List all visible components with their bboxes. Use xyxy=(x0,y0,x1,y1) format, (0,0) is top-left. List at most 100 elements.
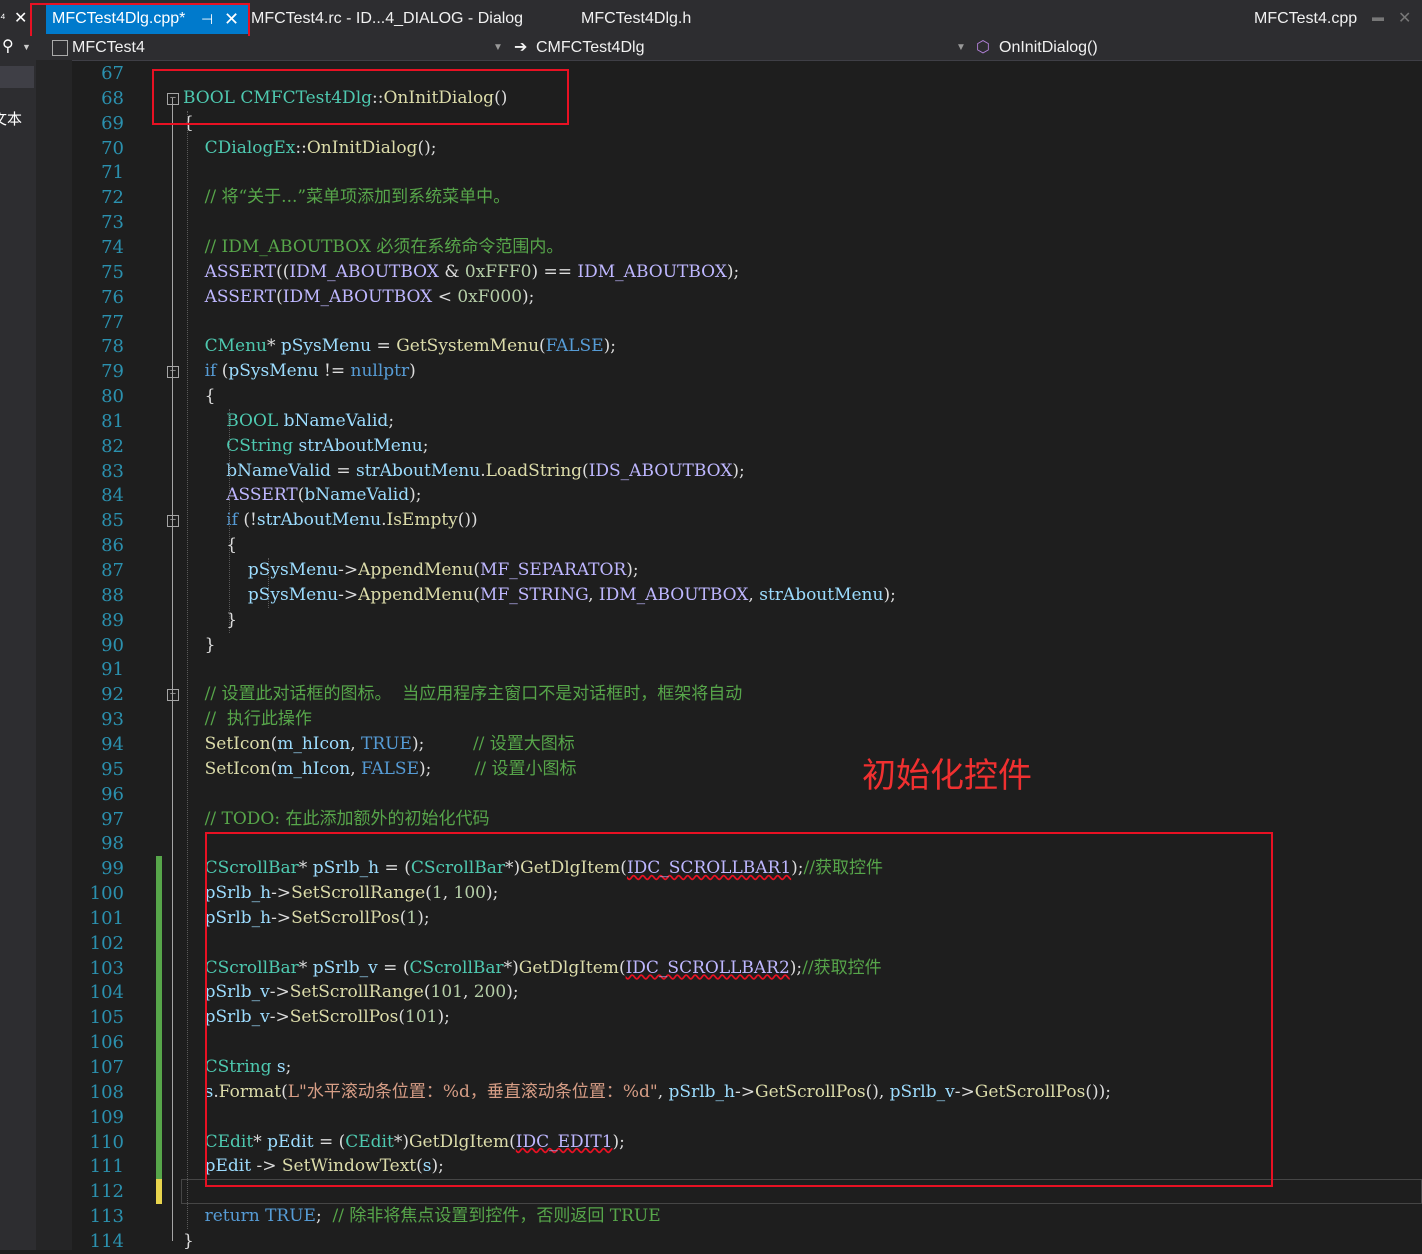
code-line[interactable]: ASSERT((IDM_ABOUTBOX & 0xFFF0) == IDM_AB… xyxy=(183,260,740,285)
code-line[interactable]: pSysMenu->AppendMenu(MF_STRING, IDM_ABOU… xyxy=(183,583,896,608)
fold-toggle-icon[interactable]: − xyxy=(167,689,179,702)
line-number: 111 xyxy=(89,1156,124,1178)
indent-guide xyxy=(229,408,230,633)
code-line[interactable]: if (!strAboutMenu.IsEmpty()) xyxy=(183,508,477,533)
line-number: 114 xyxy=(89,1230,124,1252)
line-number: 85 xyxy=(101,510,124,532)
tab-label: MFCTest4Dlg.h xyxy=(581,10,692,27)
code-line[interactable]: // IDM_ABOUTBOX 必须在系统命令范围内。 xyxy=(183,235,564,260)
code-line[interactable]: return TRUE; // 除非将焦点设置到控件，否则返回 TRUE xyxy=(183,1204,661,1229)
line-number: 82 xyxy=(101,435,124,457)
code-line[interactable]: // 设置此对话框的图标。 当应用程序主窗口不是对话框时，框架将自动 xyxy=(183,682,743,707)
line-number: 79 xyxy=(101,361,124,383)
code-line[interactable]: // 将“关于...”菜单项添加到系统菜单中。 xyxy=(183,185,510,210)
tab-preview-icon[interactable]: ▬ xyxy=(1372,10,1384,24)
line-number: 83 xyxy=(101,460,124,482)
code-line[interactable]: ASSERT(IDM_ABOUTBOX < 0xF000); xyxy=(183,285,535,310)
side-panel-label[interactable]: 文本 xyxy=(0,108,22,129)
line-number: 112 xyxy=(89,1181,124,1203)
line-number: 96 xyxy=(101,783,124,805)
line-number: 105 xyxy=(89,1007,124,1029)
annotation-label: 初始化控件 xyxy=(862,757,1032,795)
method-icon: ⬡ xyxy=(976,39,990,56)
fold-line xyxy=(172,520,173,620)
line-number: 109 xyxy=(89,1106,124,1128)
indent-guide xyxy=(268,558,269,608)
line-number: 90 xyxy=(101,634,124,656)
code-line[interactable]: // 执行此操作 xyxy=(183,707,312,732)
code-line[interactable]: // TODO: 在此添加额外的初始化代码 xyxy=(183,807,490,832)
line-number: 87 xyxy=(101,560,124,581)
line-number: 77 xyxy=(101,311,124,333)
line-number: 72 xyxy=(101,187,124,209)
fold-line xyxy=(172,694,173,720)
code-line[interactable]: SetIcon(m_hIcon, TRUE); // 设置大图标 xyxy=(183,732,575,757)
code-line[interactable]: } xyxy=(183,1229,194,1254)
tab-label: MFCTest4.rc - ID...4_DIALOG - Dialog xyxy=(251,10,524,27)
line-number: 97 xyxy=(101,808,124,830)
line-number: 108 xyxy=(89,1081,124,1103)
code-line[interactable]: bNameValid = strAboutMenu.LoadString(IDS… xyxy=(183,459,745,484)
line-number: 91 xyxy=(101,659,124,681)
code-line[interactable]: ASSERT(bNameValid); xyxy=(183,483,421,508)
code-line[interactable]: if (pSysMenu != nullptr) xyxy=(183,359,416,384)
line-number: 73 xyxy=(101,212,124,234)
arrow-right-icon: ➔ xyxy=(514,39,528,56)
tab-overflow-icon[interactable]: ⁴ xyxy=(0,10,6,25)
change-marker xyxy=(156,856,162,1180)
line-number: 95 xyxy=(101,758,124,780)
line-number: 86 xyxy=(101,535,124,557)
line-number: 74 xyxy=(101,236,124,258)
search-icon[interactable]: ⚲ xyxy=(2,36,14,56)
line-number: 93 xyxy=(101,709,124,731)
navigation-bar: ⚲ ▼ MFCTest4 ▼ ➔ CMFCTest4Dlg ▼ ⬡ OnInit… xyxy=(0,36,1422,61)
tab-mfctest4-rc[interactable]: MFCTest4.rc - ID...4_DIALOG - Dialog xyxy=(251,4,523,34)
code-line[interactable]: BOOL bNameValid; xyxy=(183,409,394,434)
line-number: 71 xyxy=(101,162,124,184)
tab-mfctest4-cpp[interactable]: MFCTest4.cpp xyxy=(1254,4,1357,34)
dropdown-icon[interactable]: ▼ xyxy=(22,42,31,52)
line-number: 99 xyxy=(101,858,124,880)
line-number: 98 xyxy=(101,833,124,855)
close-all-icon[interactable]: ✕ xyxy=(14,8,27,28)
line-number: 106 xyxy=(89,1032,124,1054)
fold-toggle-icon[interactable]: − xyxy=(167,515,179,528)
fold-line xyxy=(172,97,173,1241)
function-highlight-box xyxy=(152,69,569,125)
line-number: 69 xyxy=(101,112,124,134)
line-number: 81 xyxy=(101,410,124,432)
init-code-highlight-box xyxy=(205,832,1273,1187)
project-icon xyxy=(52,40,68,56)
code-line[interactable]: CMenu* pSysMenu = GetSystemMenu(FALSE); xyxy=(183,334,616,359)
line-number: 89 xyxy=(101,609,124,631)
line-number: 92 xyxy=(101,684,124,706)
code-line[interactable]: SetIcon(m_hIcon, FALSE); // 设置小图标 xyxy=(183,757,577,782)
line-number: 104 xyxy=(89,982,124,1004)
code-line[interactable]: pSysMenu->AppendMenu(MF_SEPARATOR); xyxy=(183,558,639,583)
code-line[interactable]: CDialogEx::OnInitDialog(); xyxy=(183,136,437,161)
chevron-down-icon[interactable]: ▼ xyxy=(956,38,966,58)
line-number: 67 xyxy=(101,63,124,84)
line-number: 75 xyxy=(101,261,124,283)
project-dropdown[interactable]: MFCTest4 xyxy=(72,38,145,58)
class-dropdown[interactable]: CMFCTest4Dlg xyxy=(536,38,644,58)
line-number: 88 xyxy=(101,584,124,606)
tab-close-icon[interactable]: ✕ xyxy=(1398,8,1411,28)
tab-mfctest4dlg-h[interactable]: MFCTest4Dlg.h xyxy=(581,4,691,34)
indent-guide xyxy=(187,110,188,1229)
line-number: 110 xyxy=(89,1131,124,1153)
line-number: 113 xyxy=(89,1206,124,1228)
line-number: 103 xyxy=(89,957,124,979)
line-number: 100 xyxy=(89,883,124,905)
code-line[interactable]: CString strAboutMenu; xyxy=(183,434,428,459)
line-number: 70 xyxy=(101,137,124,159)
editor-gutter xyxy=(36,60,72,1250)
tab-label: MFCTest4.cpp xyxy=(1254,10,1358,27)
line-number: 94 xyxy=(101,733,124,755)
chevron-down-icon[interactable]: ▼ xyxy=(493,38,503,58)
method-dropdown[interactable]: OnInitDialog() xyxy=(999,38,1098,58)
unsaved-change-marker xyxy=(156,1179,162,1205)
side-panel: 文本 xyxy=(0,60,37,1250)
fold-toggle-icon[interactable]: − xyxy=(167,366,179,379)
side-panel-tab[interactable] xyxy=(0,66,34,88)
